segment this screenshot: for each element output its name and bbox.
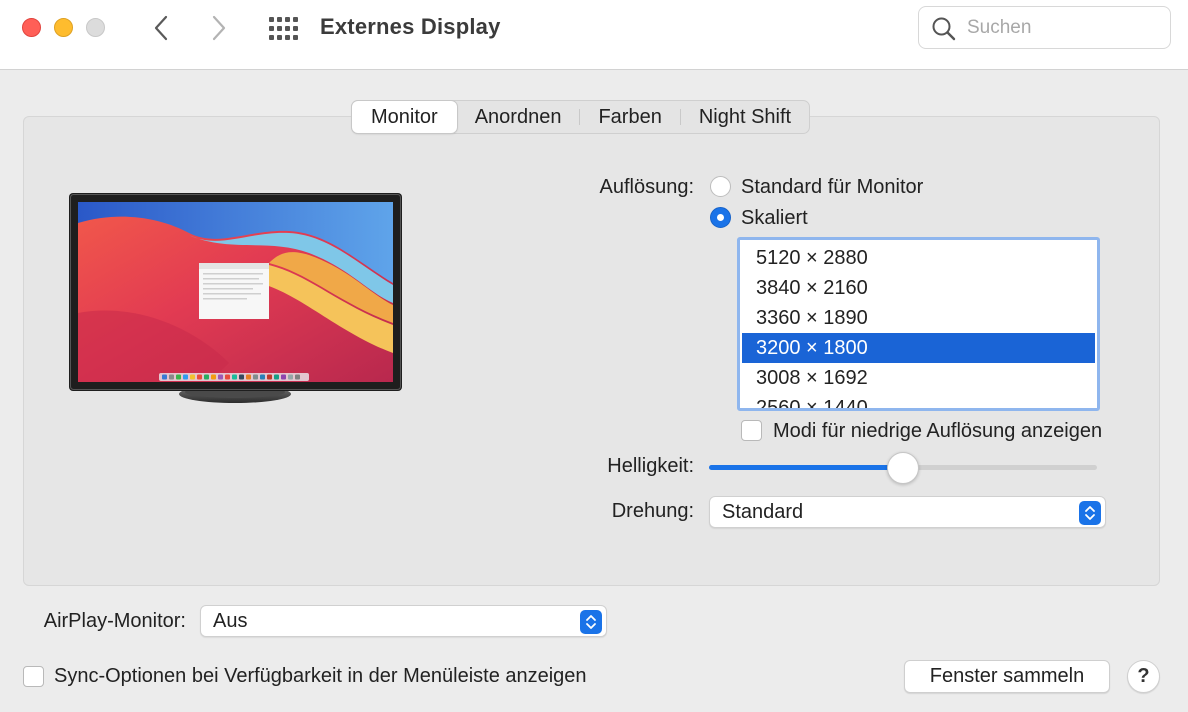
resolution-list[interactable]: 5120 × 2880 3840 × 2160 3360 × 1890 3200… xyxy=(737,237,1100,411)
low-res-modes-checkbox[interactable] xyxy=(741,420,762,441)
resolution-list-item[interactable]: 3360 × 1890 xyxy=(742,303,1095,333)
brightness-slider-fill xyxy=(709,465,903,470)
gather-windows-button[interactable]: Fenster sammeln xyxy=(904,660,1110,693)
airplay-label: AirPlay-Monitor: xyxy=(43,610,186,632)
show-all-button[interactable] xyxy=(266,14,300,44)
radio-scaled-resolution[interactable] xyxy=(710,207,731,228)
radio-default-label: Standard für Monitor xyxy=(741,176,924,198)
tab-anordnen[interactable]: Anordnen xyxy=(457,101,580,133)
search-field[interactable] xyxy=(918,6,1171,49)
tab-monitor[interactable]: Monitor xyxy=(352,101,457,133)
grid-icon xyxy=(269,17,298,40)
zoom-window-button[interactable] xyxy=(86,18,105,37)
low-res-modes-label: Modi für niedrige Auflösung anzeigen xyxy=(773,420,1103,442)
back-button[interactable] xyxy=(146,12,176,44)
brightness-slider-thumb[interactable] xyxy=(887,452,919,484)
help-button[interactable]: ? xyxy=(1127,660,1160,693)
radio-default-resolution[interactable] xyxy=(710,176,731,197)
radio-scaled-label: Skaliert xyxy=(741,207,808,229)
search-icon xyxy=(932,17,956,41)
rotation-select[interactable]: Standard xyxy=(709,496,1106,528)
resolution-list-item[interactable]: 3840 × 2160 xyxy=(742,273,1095,303)
sync-options-checkbox[interactable] xyxy=(23,666,44,687)
resolution-label: Auflösung: xyxy=(599,176,694,198)
rotation-select-value: Standard xyxy=(722,501,804,523)
tab-night-shift[interactable]: Night Shift xyxy=(681,101,809,133)
tab-bar: Monitor Anordnen Farben Night Shift xyxy=(351,100,811,134)
title-bar: Externes Display xyxy=(0,0,1188,70)
resolution-list-item[interactable]: 3008 × 1692 xyxy=(742,363,1095,393)
tab-farben[interactable]: Farben xyxy=(580,101,679,133)
close-window-button[interactable] xyxy=(22,18,41,37)
rotation-label: Drehung: xyxy=(611,500,694,522)
select-stepper-icon xyxy=(1079,501,1101,525)
monitor-illustration xyxy=(69,193,402,403)
chevron-right-icon xyxy=(212,15,226,41)
chevron-left-icon xyxy=(154,15,168,41)
search-input[interactable] xyxy=(965,15,1160,41)
select-stepper-icon xyxy=(580,610,602,634)
airplay-select[interactable]: Aus xyxy=(200,605,607,637)
resolution-list-item[interactable]: 2560 × 1440 xyxy=(742,393,1095,408)
resolution-list-item-selected[interactable]: 3200 × 1800 xyxy=(742,333,1095,363)
sync-options-label: Sync-Optionen bei Verfügbarkeit in der M… xyxy=(54,665,587,687)
resolution-list-item[interactable]: 5120 × 2880 xyxy=(742,243,1095,273)
airplay-select-value: Aus xyxy=(213,610,248,632)
window-title: Externes Display xyxy=(320,14,501,39)
forward-button[interactable] xyxy=(204,12,234,44)
brightness-label: Helligkeit: xyxy=(607,455,694,477)
minimize-window-button[interactable] xyxy=(54,18,73,37)
